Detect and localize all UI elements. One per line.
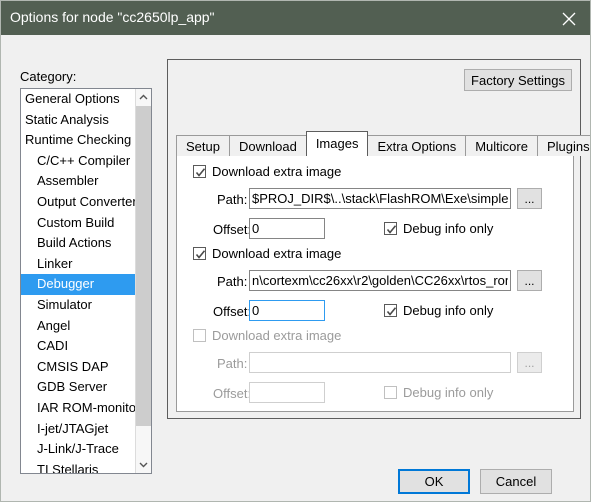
category-item[interactable]: Simulator [21, 295, 136, 316]
category-item[interactable]: Custom Build [21, 213, 136, 234]
category-item[interactable]: Build Actions [21, 233, 136, 254]
debug-info-only-label: Debug info only [403, 221, 494, 236]
tab-plugins[interactable]: Plugins [536, 135, 590, 156]
download-extra-image-checkbox[interactable]: Download extra image [193, 164, 341, 179]
category-item[interactable]: Static Analysis [21, 110, 136, 131]
category-item[interactable]: Angel [21, 316, 136, 337]
tab-images[interactable]: Images [305, 131, 369, 156]
offset-label: Offset: [213, 222, 252, 237]
checkbox-box [193, 329, 206, 342]
category-item[interactable]: General Options [21, 89, 136, 110]
debug-info-only-checkbox[interactable]: Debug info only [384, 303, 493, 318]
offset-label: Offset: [213, 304, 252, 319]
tab-download[interactable]: Download [228, 135, 307, 156]
path-label: Path: [217, 274, 248, 289]
offset-label: Offset: [213, 386, 252, 401]
images-tab-content: Download extra image Path:... Offset: Debug… [176, 155, 574, 412]
ok-button[interactable]: OK [398, 469, 470, 494]
checkbox-box [193, 247, 206, 260]
path-input[interactable] [249, 352, 511, 373]
category-item[interactable]: Debugger [21, 274, 136, 295]
checkbox-box [384, 386, 397, 399]
checkbox-box [384, 304, 397, 317]
category-item[interactable]: CMSIS DAP [21, 357, 136, 378]
category-item[interactable]: C/C++ Compiler [21, 151, 136, 172]
download-extra-image-label: Download extra image [212, 328, 342, 343]
debug-info-only-label: Debug info only [403, 385, 494, 400]
category-item[interactable]: Assembler [21, 171, 136, 192]
category-listbox[interactable]: General Options Static Analysis Runtime Ch… [20, 88, 152, 474]
window-title: Options for node "cc2650lp_app" [10, 9, 215, 25]
category-item[interactable]: Linker [21, 254, 136, 275]
path-input[interactable] [249, 188, 511, 209]
category-item[interactable]: CADI [21, 336, 136, 357]
debug-info-only-label: Debug info only [403, 303, 494, 318]
cancel-button[interactable]: Cancel [480, 469, 552, 494]
path-input[interactable] [249, 270, 511, 291]
category-item[interactable]: Output Converter [21, 192, 136, 213]
path-label: Path: [217, 356, 248, 371]
path-browse-button[interactable]: ... [517, 188, 542, 209]
options-panel: Factory Settings Setup Download Images Extr… [167, 59, 590, 419]
category-item[interactable]: TI Stellaris [21, 460, 136, 473]
factory-settings-button[interactable]: Factory Settings [464, 69, 572, 91]
scroll-up-button[interactable] [136, 89, 151, 106]
category-scrollbar[interactable] [135, 89, 151, 473]
tab-setup[interactable]: Setup [176, 135, 230, 156]
scrollbar-thumb[interactable] [136, 106, 151, 426]
offset-input[interactable] [249, 300, 325, 321]
scroll-down-button[interactable] [136, 456, 151, 473]
path-browse-button[interactable]: ... [517, 352, 542, 373]
download-extra-image-checkbox[interactable]: Download extra image [193, 328, 341, 343]
checkbox-box [193, 165, 206, 178]
download-extra-image-label: Download extra image [212, 164, 342, 179]
tab-extra-options[interactable]: Extra Options [367, 135, 467, 156]
category-items: General Options Static Analysis Runtime Ch… [21, 89, 136, 473]
title-bar: Options for node "cc2650lp_app" [1, 1, 590, 35]
download-extra-image-label: Download extra image [212, 246, 342, 261]
category-label: Category: [20, 69, 77, 84]
options-dialog: Options for node "cc2650lp_app" Category… [0, 0, 591, 502]
category-item[interactable]: I-jet/JTAGjet [21, 419, 136, 440]
tab-bar: Setup Download Images Extra Options Multicor… [176, 131, 590, 156]
category-item[interactable]: GDB Server [21, 377, 136, 398]
close-button[interactable] [546, 1, 590, 35]
debug-info-only-checkbox[interactable]: Debug info only [384, 385, 493, 400]
debug-info-only-checkbox[interactable]: Debug info only [384, 221, 493, 236]
path-browse-button[interactable]: ... [517, 270, 542, 291]
tab-multicore[interactable]: Multicore [465, 135, 538, 156]
download-extra-image-checkbox[interactable]: Download extra image [193, 246, 341, 261]
offset-input[interactable] [249, 382, 325, 403]
category-item[interactable]: IAR ROM-monitor [21, 398, 136, 419]
category-item[interactable]: J-Link/J-Trace [21, 439, 136, 460]
path-label: Path: [217, 192, 248, 207]
category-item[interactable]: Runtime Checking [21, 130, 136, 151]
offset-input[interactable] [249, 218, 325, 239]
checkbox-box [384, 222, 397, 235]
